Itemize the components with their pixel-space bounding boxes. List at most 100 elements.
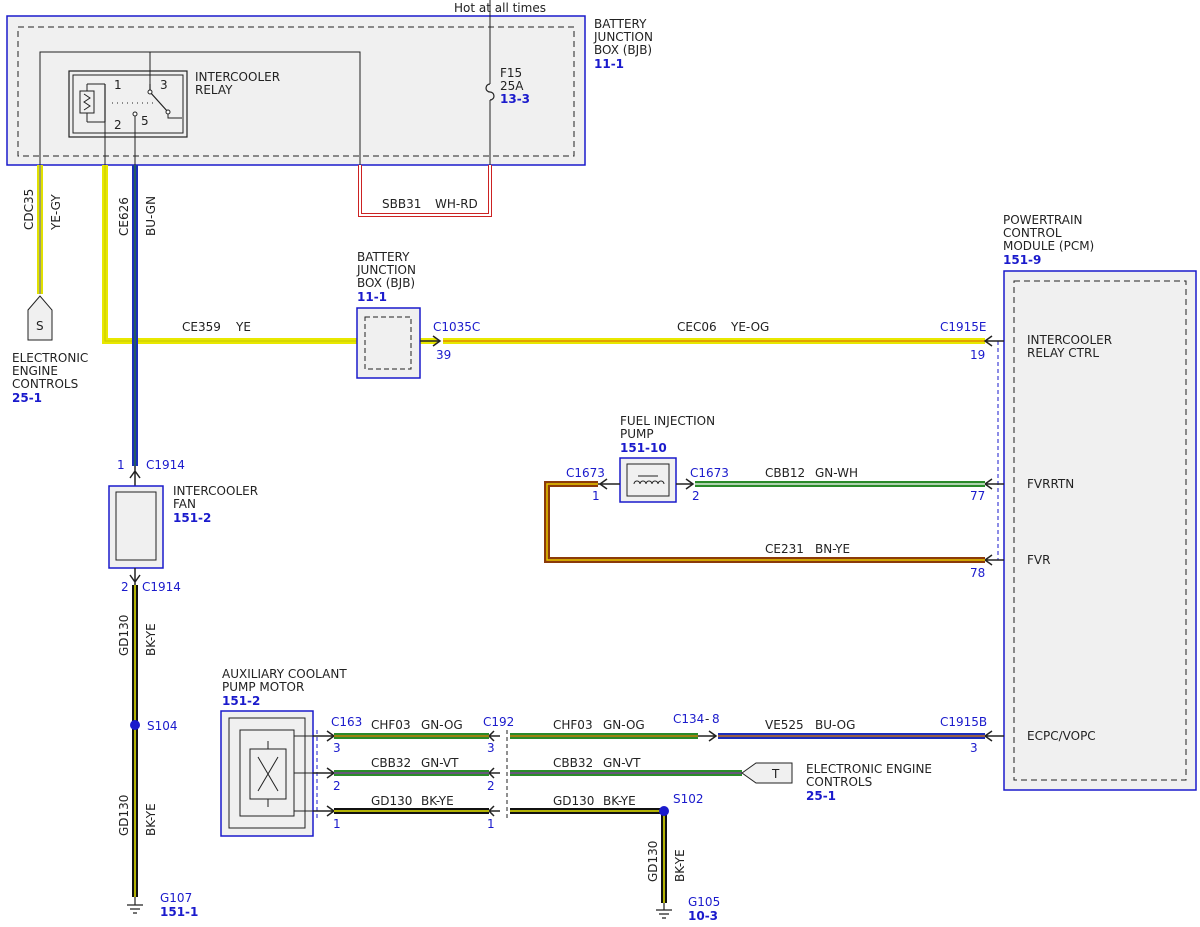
c134-pin: 8 bbox=[712, 712, 720, 726]
bjb-mid-arrow-icon bbox=[420, 335, 442, 347]
pcm-pin-19: 19 bbox=[970, 348, 985, 362]
g105-ref[interactable]: 10-3 bbox=[688, 909, 718, 923]
relay-label-1: INTERCOOLER bbox=[195, 70, 280, 84]
relay-pin-3: 3 bbox=[160, 78, 168, 92]
c192-arrow-1 bbox=[487, 805, 500, 817]
pcm-pin-name-relay-1: INTERCOOLER bbox=[1027, 333, 1112, 347]
ve525-circuit: VE525 bbox=[765, 718, 804, 732]
relay-label-2: RELAY bbox=[195, 83, 233, 97]
ece-right-t-glyph: T bbox=[771, 767, 780, 781]
ece-right-t-icon[interactable] bbox=[741, 762, 793, 784]
c1035c-label[interactable]: C1035C bbox=[433, 320, 480, 334]
c134-label[interactable]: C134 bbox=[673, 712, 704, 726]
gd130-d-circuit: GD130 bbox=[553, 794, 594, 808]
arrow-icon-3 bbox=[983, 730, 1004, 742]
c1673-right[interactable]: C1673 bbox=[690, 466, 729, 480]
c163-label[interactable]: C163 bbox=[331, 715, 362, 729]
fan-pin-top: 1 bbox=[117, 458, 125, 472]
pcm-pin-name-relay-2: RELAY CTRL bbox=[1027, 346, 1099, 360]
cbb12-circuit: CBB12 bbox=[765, 466, 805, 480]
fan-pin-bot: 2 bbox=[121, 580, 129, 594]
ce231-circuit: CE231 bbox=[765, 542, 804, 556]
g107-name[interactable]: G107 bbox=[160, 891, 192, 905]
c192-pin-3: 3 bbox=[487, 741, 495, 755]
pcm-pin-name-fvr: FVR bbox=[1027, 553, 1050, 567]
fuse-ref[interactable]: 13-3 bbox=[500, 92, 530, 106]
arrow-icon-77 bbox=[983, 478, 1004, 490]
ece-right-ref[interactable]: 25-1 bbox=[806, 789, 836, 803]
bjb-mid-ref[interactable]: 11-1 bbox=[357, 290, 387, 304]
bjb-mid-label-1: BATTERY bbox=[357, 250, 410, 264]
ece-right-label-2: CONTROLS bbox=[806, 775, 872, 789]
c1673-left[interactable]: C1673 bbox=[566, 466, 605, 480]
gd130-b-color: BK-YE bbox=[144, 803, 158, 836]
fan-conn-bot[interactable]: C1914 bbox=[142, 580, 181, 594]
fan-ref[interactable]: 151-2 bbox=[173, 511, 211, 525]
gd130-c-circuit: GD130 bbox=[371, 794, 412, 808]
gd130-b-circuit: GD130 bbox=[117, 795, 131, 836]
fuse-rating: 25A bbox=[500, 79, 524, 93]
fuse-name: F15 bbox=[500, 66, 522, 80]
fip-ref[interactable]: 151-10 bbox=[620, 441, 667, 455]
s104-label: S104 bbox=[147, 719, 178, 733]
bjb-top-ref[interactable]: 11-1 bbox=[594, 57, 624, 71]
c163-pin-2: 2 bbox=[333, 779, 341, 793]
c1915b-label[interactable]: C1915B bbox=[940, 715, 987, 729]
acpm-ref[interactable]: 151-2 bbox=[222, 694, 260, 708]
c1915e-label[interactable]: C1915E bbox=[940, 320, 987, 334]
c192-arrow-3 bbox=[487, 730, 500, 742]
wiring-diagram: Hot at all times BATTERY JUNCTION BOX (B… bbox=[6, 0, 1197, 923]
c163-arrow-1 bbox=[313, 805, 336, 817]
relay-pin-1: 1 bbox=[114, 78, 122, 92]
gd130-d-color: BK-YE bbox=[603, 794, 636, 808]
relay-pin-2: 2 bbox=[114, 118, 122, 132]
gd130-a-color: BK-YE bbox=[144, 623, 158, 656]
g107-ref[interactable]: 151-1 bbox=[160, 905, 198, 919]
g105-name[interactable]: G105 bbox=[688, 895, 720, 909]
chf03-b-circuit: CHF03 bbox=[553, 718, 593, 732]
ece-left-label-3: CONTROLS bbox=[12, 377, 78, 391]
s104-splice-icon[interactable] bbox=[130, 720, 140, 730]
bjb-top-label-1: BATTERY bbox=[594, 17, 647, 31]
c134-arrow-icon bbox=[698, 730, 718, 742]
gd130-e-circuit: GD130 bbox=[646, 841, 660, 882]
cdc35-color: YE-GY bbox=[49, 194, 63, 231]
bjb-mid-label-3: BOX (BJB) bbox=[357, 276, 415, 290]
c1673-left-pin: 1 bbox=[592, 489, 600, 503]
arrow-icon-78 bbox=[983, 554, 1004, 566]
fip-arrow-left bbox=[598, 478, 620, 490]
relay-pin-5: 5 bbox=[141, 114, 149, 128]
ece-left-s-glyph: S bbox=[36, 319, 44, 333]
pcm-label-3: MODULE (PCM) bbox=[1003, 239, 1094, 253]
pcm-pin-78: 78 bbox=[970, 566, 985, 580]
pcm-ref[interactable]: 151-9 bbox=[1003, 253, 1041, 267]
fip-label-2: PUMP bbox=[620, 427, 654, 441]
g105-ground-icon bbox=[656, 903, 672, 919]
ece-left-s-icon[interactable] bbox=[27, 295, 53, 341]
fip-label-1: FUEL INJECTION bbox=[620, 414, 715, 428]
c1035c-pin: 39 bbox=[436, 348, 451, 362]
gd130-e-color: BK-YE bbox=[673, 849, 687, 882]
gd130-c-color: BK-YE bbox=[421, 794, 454, 808]
ece-left-ref[interactable]: 25-1 bbox=[12, 391, 42, 405]
fan-conn-top[interactable]: C1914 bbox=[146, 458, 185, 472]
ce626-color: BU-GN bbox=[144, 196, 158, 236]
ece-left-label-2: ENGINE bbox=[12, 364, 58, 378]
g107-ground-icon bbox=[127, 897, 143, 914]
ce359-color: YE bbox=[235, 320, 251, 334]
fip-arrow-right bbox=[676, 478, 695, 490]
ce626-circuit: CE626 bbox=[117, 197, 131, 236]
bjb-mid-label-2: JUNCTION bbox=[356, 263, 416, 277]
chf03-a-color: GN-OG bbox=[421, 718, 463, 732]
cbb32-b-color: GN-VT bbox=[603, 756, 641, 770]
c192-label[interactable]: C192 bbox=[483, 715, 514, 729]
c163-arrow-3 bbox=[313, 730, 336, 742]
svg-text:-: - bbox=[705, 712, 709, 726]
sbb31-circuit: SBB31 bbox=[382, 197, 421, 211]
fip-box[interactable] bbox=[619, 457, 677, 503]
pcm-label-2: CONTROL bbox=[1003, 226, 1062, 240]
c192-pin-1: 1 bbox=[487, 817, 495, 831]
ve525-color: BU-OG bbox=[815, 718, 855, 732]
fan-label-2: FAN bbox=[173, 497, 196, 511]
s102-splice-icon[interactable] bbox=[659, 806, 669, 816]
